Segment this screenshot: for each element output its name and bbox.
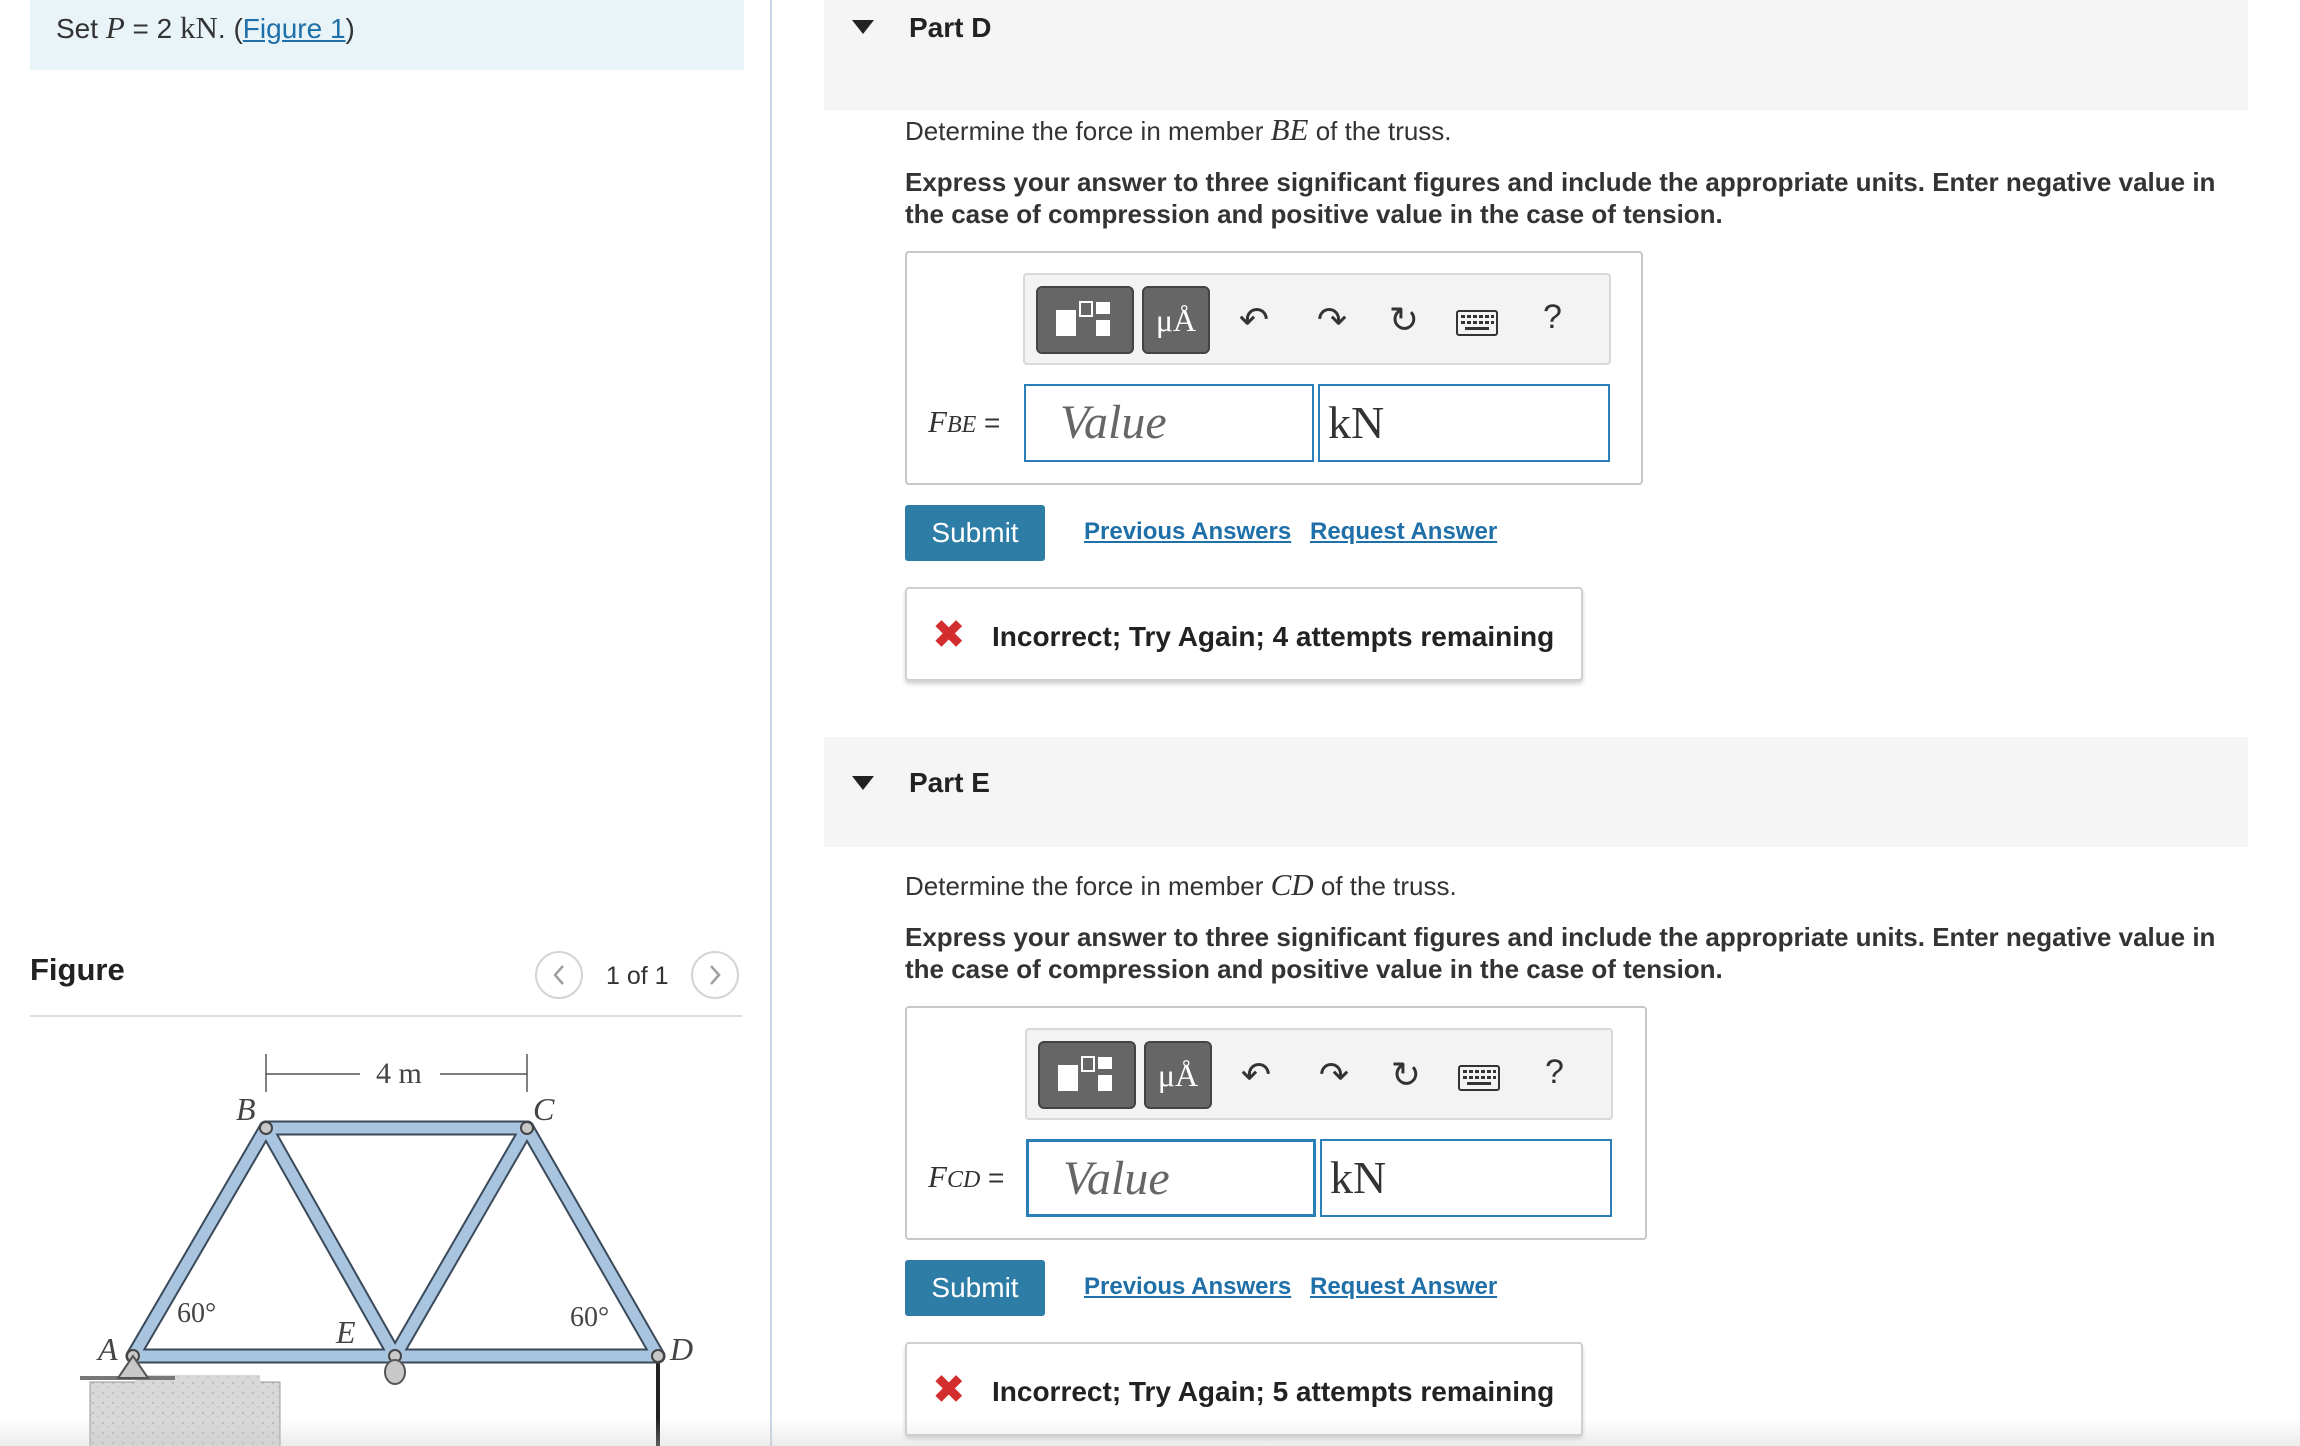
help-button[interactable]: ? — [1543, 298, 1562, 337]
truss-figure: 4 m A B C D E 60° 60° — [80, 1054, 693, 1446]
keyboard-icon — [1456, 310, 1498, 336]
roller-e — [384, 1359, 406, 1385]
units-button[interactable]: μÅ — [1142, 286, 1210, 354]
error-icon: ✖ — [932, 613, 966, 657]
var-main: F — [928, 404, 947, 439]
keyboard-button[interactable] — [1456, 310, 1498, 341]
member-ce — [389, 1122, 533, 1362]
help-button[interactable]: ? — [1545, 1053, 1564, 1092]
chevron-left-icon — [553, 965, 564, 985]
feedback-text: Incorrect; Try Again; 4 attempts remaini… — [992, 621, 1555, 652]
question-text: Determine the force in member — [905, 871, 1271, 901]
request-answer-link[interactable]: Request Answer — [1310, 518, 1497, 546]
question-text-end: of the truss. — [1308, 116, 1452, 146]
undo-icon[interactable]: ↶ — [1230, 296, 1278, 344]
value-input[interactable]: Value — [1024, 384, 1314, 462]
unit-input[interactable]: kN — [1320, 1139, 1612, 1217]
unit-input[interactable]: kN — [1318, 384, 1610, 462]
undo-icon[interactable]: ↶ — [1232, 1051, 1280, 1099]
templates-icon — [1058, 1056, 1112, 1091]
angle-label-right: 60° — [570, 1302, 609, 1333]
given-prefix: Set — [56, 13, 106, 44]
var-equals: = — [980, 1162, 1005, 1193]
figure-header-rule — [30, 1015, 742, 1017]
reset-icon[interactable]: ↻ — [1380, 1051, 1432, 1099]
figure-title: Figure — [30, 952, 125, 987]
figure-link[interactable]: Figure 1 — [243, 13, 346, 44]
feedback-text: Incorrect; Try Again; 5 attempts remaini… — [992, 1376, 1555, 1407]
given-unit: kN — [180, 10, 218, 45]
var-subscript: CD — [946, 1167, 981, 1193]
joint-c — [520, 1121, 534, 1135]
angle-label-left: 60° — [177, 1298, 216, 1329]
dimension-label: 4 m — [376, 1057, 422, 1090]
part-e-title: Part E — [909, 767, 990, 798]
label-c: C — [533, 1091, 555, 1127]
next-figure-button[interactable] — [691, 951, 739, 999]
keyboard-icon — [1458, 1065, 1500, 1091]
error-icon: ✖ — [932, 1368, 966, 1412]
submit-button[interactable]: Submit — [905, 505, 1045, 561]
var-equals: = — [976, 407, 1001, 438]
prev-figure-button[interactable] — [535, 951, 583, 999]
label-e: E — [335, 1314, 356, 1350]
figure-pager-text: 1 of 1 — [606, 962, 669, 990]
redo-icon[interactable]: ↷ — [1308, 296, 1356, 344]
previous-answers-link[interactable]: Previous Answers — [1084, 518, 1291, 546]
part-d-title: Part D — [909, 12, 992, 43]
member-name: BE — [1270, 112, 1309, 147]
member-be — [260, 1122, 401, 1362]
units-button[interactable]: μÅ — [1144, 1041, 1212, 1109]
joint-d — [651, 1349, 665, 1363]
given-close-paren: ) — [345, 13, 355, 44]
bottom-shadow — [0, 1418, 2300, 1446]
part-d-header[interactable] — [824, 0, 2248, 110]
var-subscript: BE — [946, 412, 977, 438]
chevron-right-icon — [710, 965, 721, 985]
var-main: F — [928, 1159, 947, 1194]
collapse-caret-icon[interactable] — [852, 20, 874, 34]
part-e-instructions: Express your answer to three significant… — [905, 922, 2216, 984]
reset-icon[interactable]: ↻ — [1378, 296, 1430, 344]
given-statement: Set P = 2 kN. (Figure 1) — [56, 10, 355, 46]
request-answer-link[interactable]: Request Answer — [1310, 1273, 1497, 1301]
keyboard-button[interactable] — [1458, 1065, 1500, 1096]
label-d: D — [669, 1331, 693, 1367]
variable-label: FCD = — [928, 1159, 1004, 1195]
label-a: A — [96, 1331, 118, 1367]
part-d-question: Determine the force in member BE of the … — [905, 112, 1452, 148]
part-e-header[interactable] — [824, 737, 2248, 847]
templates-button[interactable] — [1038, 1041, 1136, 1109]
templates-button[interactable] — [1036, 286, 1134, 354]
collapse-caret-icon[interactable] — [852, 776, 874, 790]
value-input[interactable]: Value — [1026, 1139, 1316, 1217]
previous-answers-link[interactable]: Previous Answers — [1084, 1273, 1291, 1301]
label-b: B — [236, 1091, 256, 1127]
given-equals: = 2 — [124, 13, 181, 44]
part-e-question: Determine the force in member CD of the … — [905, 867, 1457, 903]
panel-divider — [770, 0, 772, 1446]
given-punct: . ( — [217, 13, 243, 44]
joint-b — [259, 1121, 273, 1135]
question-text: Determine the force in member — [905, 116, 1271, 146]
templates-icon — [1056, 301, 1110, 336]
part-d-instructions: Express your answer to three significant… — [905, 167, 2216, 229]
variable-label: FBE = — [928, 404, 1000, 440]
redo-icon[interactable]: ↷ — [1310, 1051, 1358, 1099]
given-variable: P — [105, 10, 125, 45]
submit-button[interactable]: Submit — [905, 1260, 1045, 1316]
question-text-end: of the truss. — [1313, 871, 1457, 901]
member-name: CD — [1270, 867, 1314, 902]
